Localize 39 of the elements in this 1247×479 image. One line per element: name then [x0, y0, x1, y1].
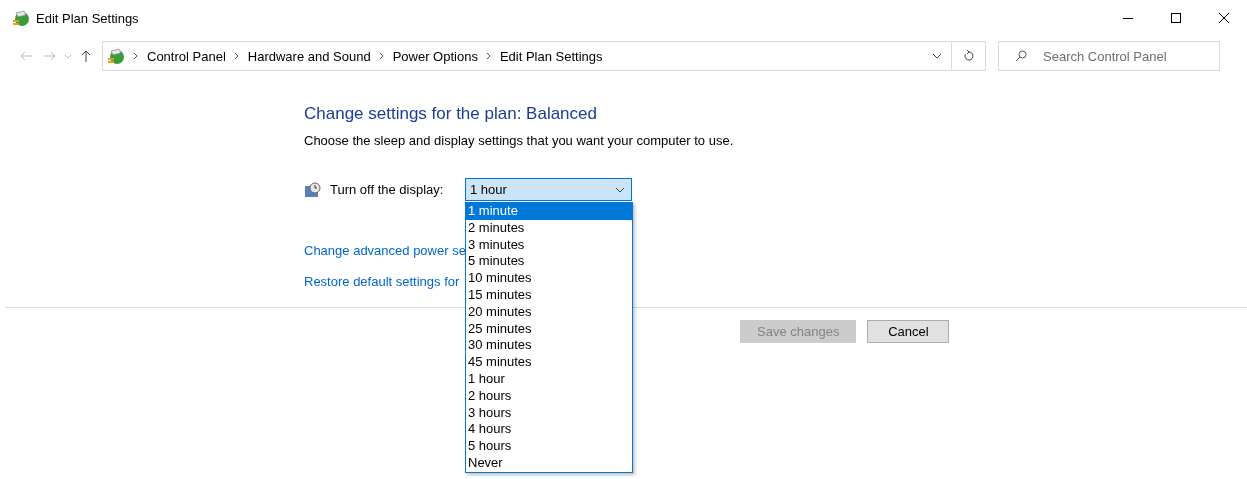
description: Choose the sleep and display settings that you want your computer to use. [304, 133, 735, 148]
page-heading: Change settings for the plan: Balanced [304, 104, 598, 124]
chevron-icon [133, 52, 139, 60]
cancel-button[interactable]: Cancel [867, 320, 950, 343]
dropdown-option[interactable]: 5 hours [466, 438, 632, 455]
dropdown-option[interactable]: 10 minutes [466, 270, 632, 287]
refresh-button[interactable] [952, 41, 986, 71]
breadcrumb[interactable]: Control Panel [147, 48, 226, 64]
chevron-icon [485, 52, 492, 60]
close-icon [1219, 13, 1229, 23]
chevron-icon [378, 52, 385, 60]
left-arrow-icon [20, 51, 32, 61]
monitor-clock-icon [304, 181, 322, 198]
dropdown-option[interactable]: 30 minutes [466, 337, 632, 355]
search-field[interactable]: Search Control Panel [998, 41, 1220, 71]
setting-label: Turn off the display: [330, 182, 445, 197]
dropdown-option[interactable]: 45 minutes [466, 354, 632, 371]
settings-link[interactable]: Restore default settings for [304, 274, 460, 289]
refresh-icon [962, 50, 975, 62]
display-timeout-dropdown[interactable]: 1 hour [465, 178, 632, 201]
power-plan-icon [12, 9, 30, 27]
breadcrumb[interactable]: Hardware and Sound [247, 48, 371, 64]
dropdown-option[interactable]: 1 minute [466, 203, 632, 220]
breadcrumb[interactable]: Power Options [392, 48, 478, 64]
chevron-icon [233, 52, 240, 60]
power-plan-icon [107, 47, 125, 65]
caret-icon [932, 53, 942, 59]
window-title: Edit Plan Settings [36, 10, 140, 26]
maximize-icon [1171, 13, 1181, 23]
search-icon [1015, 50, 1027, 62]
dropdown-option[interactable]: 5 minutes [466, 253, 632, 271]
caret-icon [615, 186, 625, 193]
address-bar[interactable]: Control Panel Hardware and Sound Power Options Edit Plan Settings [102, 41, 952, 71]
right-arrow-icon [44, 51, 56, 61]
settings-link[interactable]: Change advanced power se [304, 243, 466, 258]
caret-icon [64, 53, 72, 59]
dropdown-option[interactable]: 4 hours [466, 421, 632, 439]
up-arrow-icon [81, 50, 91, 62]
breadcrumb[interactable]: Edit Plan Settings [499, 48, 603, 64]
